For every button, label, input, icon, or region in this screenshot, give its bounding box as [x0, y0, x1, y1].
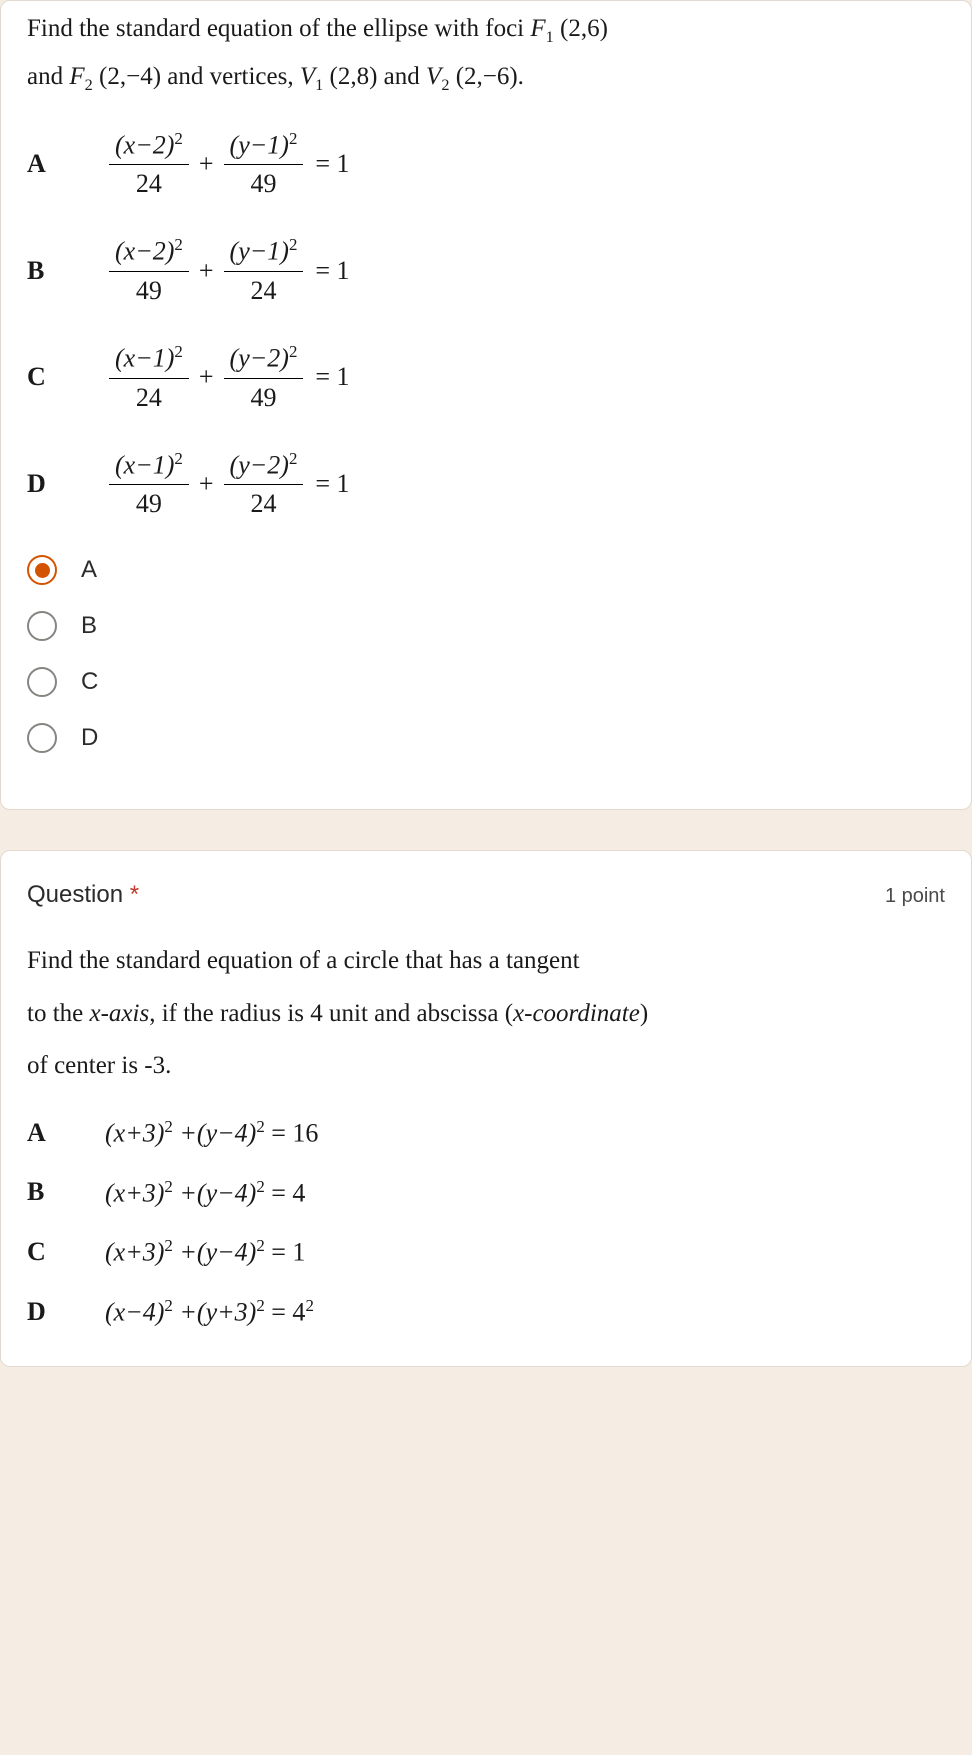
- question-2-prompt: Find the standard equation of a circle t…: [27, 931, 945, 1093]
- q1-options: A(x−2)224+(y−1)249= 1 B(x−2)249+(y−1)224=…: [27, 129, 945, 520]
- q1-text: Find the standard equation of the ellips…: [27, 15, 530, 42]
- q1-f1-coords: (2,6): [560, 15, 608, 42]
- option-equation: (x−4)2 +(y+3)2 = 42: [105, 1296, 314, 1328]
- q1-f2-sub: 2: [85, 76, 93, 94]
- q1-v2: V: [426, 63, 441, 90]
- q1-v2-coords: (2,−6).: [456, 63, 524, 90]
- radio-label: C: [81, 668, 98, 696]
- radio-label: D: [81, 724, 98, 752]
- q2-options: A(x+3)2 +(y−4)2 = 16B(x+3)2 +(y−4)2 = 4C…: [27, 1117, 945, 1328]
- question-card-2: Question * 1 point Find the standard equ…: [0, 850, 972, 1366]
- q2-l3: of center is -3.: [27, 1052, 171, 1079]
- q2-option-C: C(x+3)2 +(y−4)2 = 1: [27, 1236, 945, 1268]
- option-equation: (x+3)2 +(y−4)2 = 4: [105, 1177, 305, 1209]
- required-marker: *: [130, 881, 139, 908]
- q2-l1: Find the standard equation of a circle t…: [27, 947, 580, 974]
- q2-option-D: D(x−4)2 +(y+3)2 = 42: [27, 1296, 945, 1328]
- option-equation: (x−2)249+(y−1)224= 1: [105, 235, 350, 306]
- option-label: D: [27, 1297, 105, 1327]
- option-label: D: [27, 469, 105, 499]
- q1-v1: V: [300, 63, 315, 90]
- option-equation: (x−2)224+(y−1)249= 1: [105, 129, 350, 200]
- radio-option-B[interactable]: B: [27, 611, 945, 641]
- option-label: C: [27, 362, 105, 392]
- question-1-prompt: Find the standard equation of the ellips…: [27, 1, 945, 101]
- option-equation: (x−1)249+(y−2)224= 1: [105, 449, 350, 520]
- radio-icon: [27, 555, 57, 585]
- q2-header: Question * 1 point: [27, 851, 945, 931]
- option-label: A: [27, 1118, 105, 1148]
- option-label: A: [27, 149, 105, 179]
- radio-label: A: [81, 556, 97, 584]
- q2-title: Question: [27, 881, 130, 908]
- q1-radio-group: ABCD: [27, 555, 945, 753]
- q2-option-B: B(x+3)2 +(y−4)2 = 4: [27, 1177, 945, 1209]
- q1-option-C: C(x−1)224+(y−2)249= 1: [27, 342, 945, 413]
- radio-icon: [27, 667, 57, 697]
- option-label: C: [27, 1237, 105, 1267]
- q1-and1: and: [27, 63, 69, 90]
- option-label: B: [27, 1177, 105, 1207]
- option-equation: (x+3)2 +(y−4)2 = 16: [105, 1117, 318, 1149]
- radio-icon: [27, 723, 57, 753]
- radio-option-C[interactable]: C: [27, 667, 945, 697]
- q1-f2-coords: (2,−4): [99, 63, 161, 90]
- q2-xcoord: x-coordinate: [513, 1000, 640, 1027]
- q1-v1-sub: 1: [315, 76, 323, 94]
- question-card-1: Find the standard equation of the ellips…: [0, 0, 972, 810]
- q2-l2c: ): [640, 1000, 648, 1027]
- q1-f2: F: [69, 63, 84, 90]
- option-equation: (x+3)2 +(y−4)2 = 1: [105, 1236, 305, 1268]
- radio-option-A[interactable]: A: [27, 555, 945, 585]
- q1-v1-coords: (2,8): [330, 63, 378, 90]
- radio-label: B: [81, 612, 97, 640]
- option-equation: (x−1)224+(y−2)249= 1: [105, 342, 350, 413]
- radio-option-D[interactable]: D: [27, 723, 945, 753]
- q2-option-A: A(x+3)2 +(y−4)2 = 16: [27, 1117, 945, 1149]
- q2-l2a: to the: [27, 1000, 90, 1027]
- q1-vertices-pre: and vertices,: [167, 63, 300, 90]
- radio-icon: [27, 611, 57, 641]
- q2-points: 1 point: [885, 885, 945, 908]
- q1-f1-sub: 1: [546, 28, 554, 46]
- q1-f1: F: [530, 15, 545, 42]
- q2-xaxis: x-axis: [90, 1000, 150, 1027]
- q1-and2: and: [384, 63, 426, 90]
- option-label: B: [27, 256, 105, 286]
- q2-l2b: , if the radius is 4 unit and abscissa (: [149, 1000, 513, 1027]
- q1-option-A: A(x−2)224+(y−1)249= 1: [27, 129, 945, 200]
- q1-v2-sub: 2: [441, 76, 449, 94]
- q1-option-B: B(x−2)249+(y−1)224= 1: [27, 235, 945, 306]
- q1-option-D: D(x−1)249+(y−2)224= 1: [27, 449, 945, 520]
